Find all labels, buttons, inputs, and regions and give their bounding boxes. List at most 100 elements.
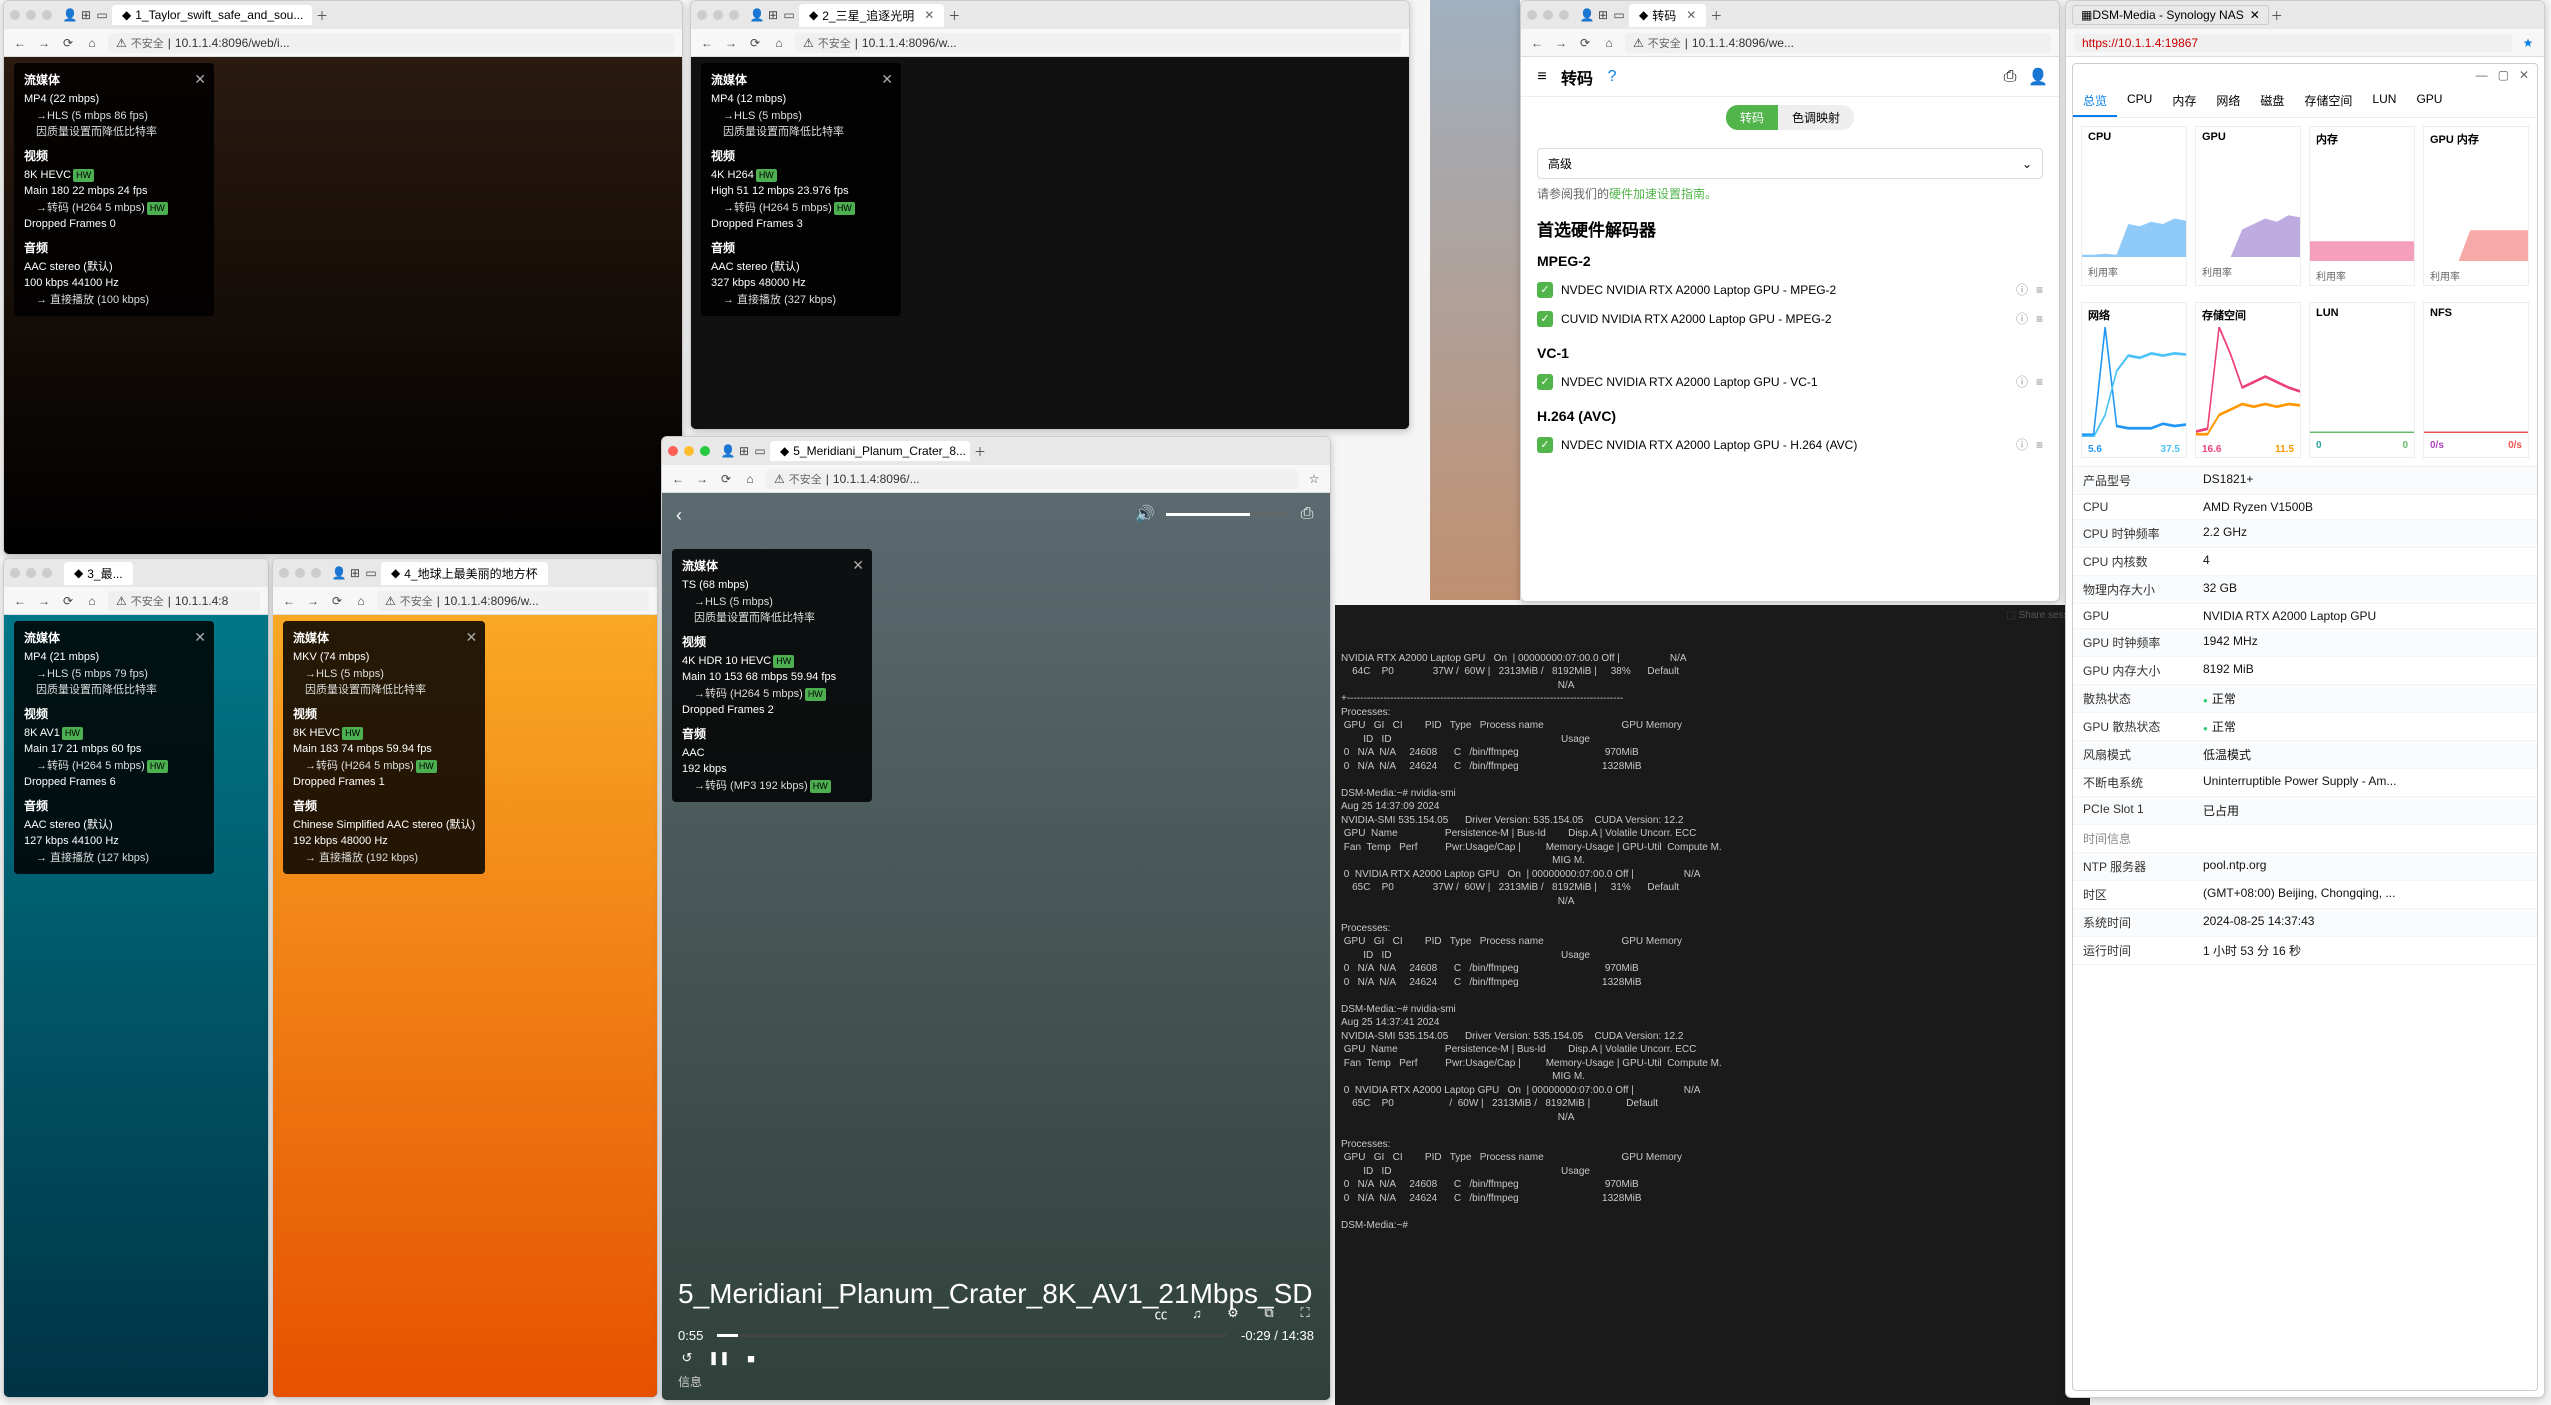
syn-tab[interactable]: 存储空间 bbox=[2294, 86, 2362, 117]
drag-handle-icon[interactable]: ≡ bbox=[2036, 283, 2043, 297]
chart-NFS: NFS0/s0/s bbox=[2423, 302, 2529, 458]
codec-group-title: MPEG-2 bbox=[1537, 253, 2043, 269]
tab[interactable]: ◆ 1_Taylor_swift_safe_and_sou...✕ bbox=[112, 5, 312, 25]
star-icon[interactable]: ☆ bbox=[1306, 471, 1322, 487]
window-min-icon[interactable]: — bbox=[2476, 68, 2488, 82]
checkbox-icon[interactable]: ✓ bbox=[1537, 374, 1553, 390]
syn-tab[interactable]: 内存 bbox=[2162, 86, 2206, 117]
info-row: PCIe Slot 1已占用 bbox=[2073, 797, 2537, 825]
browser-window-1: 👤 ⊞ ▭ ◆ 1_Taylor_swift_safe_and_sou...✕ … bbox=[3, 0, 683, 555]
pip-icon[interactable]: ⧉ bbox=[1260, 1304, 1278, 1322]
browser-window-7: ▦ DSM-Media - Synology NAS ✕ ＋ https://1… bbox=[2065, 0, 2545, 1398]
tab[interactable]: ◆ 2_三星_追逐光明✕ bbox=[799, 4, 944, 27]
info-icon[interactable]: ⓘ bbox=[2016, 310, 2028, 327]
settings-icon[interactable]: ⚙ bbox=[1224, 1304, 1242, 1322]
chart-内存: 内存利用率 bbox=[2309, 126, 2415, 286]
refresh-icon[interactable]: ⟳ bbox=[60, 35, 76, 51]
checkbox-icon[interactable]: ✓ bbox=[1537, 437, 1553, 453]
decoder-row[interactable]: ✓NVDEC NVIDIA RTX A2000 Laptop GPU - H.2… bbox=[1537, 430, 2043, 459]
checkbox-icon[interactable]: ✓ bbox=[1537, 282, 1553, 298]
advanced-dropdown[interactable]: 高级⌄ bbox=[1537, 148, 2043, 179]
info-row: 时间信息 bbox=[2073, 825, 2537, 853]
new-tab-icon[interactable]: ＋ bbox=[314, 7, 330, 23]
pill-tonemap[interactable]: 色调映射 bbox=[1778, 105, 1854, 130]
info-row: 散热状态●正常 bbox=[2073, 685, 2537, 713]
segmented-control: 转码 色调映射 bbox=[1726, 105, 1854, 130]
decoder-row[interactable]: ✓NVDEC NVIDIA RTX A2000 Laptop GPU - MPE… bbox=[1537, 275, 2043, 304]
user-icon[interactable]: 👤 bbox=[2029, 68, 2047, 86]
info-table: 产品型号DS1821+CPUAMD Ryzen V1500BCPU 时钟频率2.… bbox=[2073, 466, 2537, 965]
info-icon[interactable]: ⓘ bbox=[2016, 436, 2028, 453]
syn-tab[interactable]: CPU bbox=[2117, 86, 2162, 117]
tab-bar: 👤 ⊞ ▭ ◆ 1_Taylor_swift_safe_and_sou...✕ … bbox=[4, 1, 682, 29]
star-icon[interactable]: ★ bbox=[2520, 35, 2536, 51]
drag-handle-icon[interactable]: ≡ bbox=[2036, 438, 2043, 452]
syn-tabs: 总览CPU内存网络磁盘存储空间LUNGPU bbox=[2073, 86, 2537, 118]
chevron-down-icon: ⌄ bbox=[2022, 157, 2032, 171]
info-row: 运行时间1 小时 53 分 16 秒 bbox=[2073, 937, 2537, 965]
info-row: 物理内存大小32 GB bbox=[2073, 576, 2537, 604]
osd-close-icon[interactable]: ✕ bbox=[194, 69, 206, 90]
info-row: 风扇模式低温模式 bbox=[2073, 741, 2537, 769]
forward-icon[interactable]: → bbox=[36, 35, 52, 51]
profile-icon[interactable]: 👤 bbox=[62, 7, 78, 23]
cast-icon[interactable]: ⎙ bbox=[1298, 505, 1316, 523]
stop-icon[interactable]: ■ bbox=[742, 1349, 760, 1367]
help-icon[interactable]: ? bbox=[1603, 68, 1621, 86]
terminal[interactable]: ⬚ Share session NVIDIA RTX A2000 Laptop … bbox=[1335, 605, 2090, 1405]
replay-icon[interactable]: ↺ bbox=[678, 1349, 696, 1367]
cc-icon[interactable]: ㏄ bbox=[1152, 1304, 1170, 1322]
drag-handle-icon[interactable]: ≡ bbox=[2036, 375, 2043, 389]
sidebar-icon[interactable]: ▭ bbox=[94, 7, 110, 23]
section-title: 首选硬件解码器 bbox=[1537, 216, 2043, 241]
drag-handle-icon[interactable]: ≡ bbox=[2036, 312, 2043, 326]
cast-icon[interactable]: ⎙ bbox=[2001, 68, 2019, 86]
browser-window-5: 👤⊞▭ ◆ 5_Meridiani_Planum_Crater_8...✕ ＋ … bbox=[661, 436, 1331, 1401]
audio-track-icon[interactable]: ♫ bbox=[1188, 1304, 1206, 1322]
info-icon[interactable]: ⓘ bbox=[2016, 373, 2028, 390]
fullscreen-icon[interactable]: ⛶ bbox=[1296, 1304, 1314, 1322]
volume-icon[interactable]: 🔊 bbox=[1136, 505, 1154, 523]
info-row: NTP 服务器pool.ntp.org bbox=[2073, 853, 2537, 881]
tab[interactable]: ▦ DSM-Media - Synology NAS ✕ bbox=[2072, 5, 2269, 25]
window-close-icon[interactable]: ✕ bbox=[2519, 68, 2529, 82]
info-row: GPU 散热状态●正常 bbox=[2073, 713, 2537, 741]
pause-icon[interactable]: ❚❚ bbox=[710, 1349, 728, 1367]
codec-group-title: VC-1 bbox=[1537, 345, 2043, 361]
chart-CPU: CPU利用率 bbox=[2081, 126, 2187, 286]
info-row: GPU 时钟频率1942 MHz bbox=[2073, 629, 2537, 657]
checkbox-icon[interactable]: ✓ bbox=[1537, 311, 1553, 327]
back-icon[interactable]: ← bbox=[12, 35, 28, 51]
info-icon[interactable]: ⓘ bbox=[2016, 281, 2028, 298]
home-icon[interactable]: ⌂ bbox=[84, 35, 100, 51]
menu-icon[interactable]: ≡ bbox=[1533, 68, 1551, 86]
browser-window-4: 👤⊞▭ ◆ 4_地球上最美丽的地方杯 ←→⟳⌂ ⚠不安全 | 10.1.1.4:… bbox=[272, 558, 658, 1398]
hw-guide-link[interactable]: 硬件加速设置指南。 bbox=[1609, 187, 1717, 201]
browser-window-6: 👤⊞▭ ◆ 转码✕ ＋ ←→⟳⌂ ⚠不安全 | 10.1.1.4:8096/we… bbox=[1520, 0, 2060, 602]
info-row: CPUAMD Ryzen V1500B bbox=[2073, 495, 2537, 520]
pill-transcode[interactable]: 转码 bbox=[1726, 105, 1778, 130]
syn-tab[interactable]: 总览 bbox=[2073, 86, 2117, 117]
url-field[interactable]: ⚠不安全 | 10.1.1.4:8096/web/i... bbox=[108, 33, 674, 53]
decoder-row[interactable]: ✓NVDEC NVIDIA RTX A2000 Laptop GPU - VC-… bbox=[1537, 367, 2043, 396]
syn-tab[interactable]: GPU bbox=[2406, 86, 2452, 117]
info-row: CPU 内核数4 bbox=[2073, 548, 2537, 576]
chart-GPU: GPU利用率 bbox=[2195, 126, 2301, 286]
seek-bar[interactable] bbox=[717, 1334, 1227, 1337]
grid-icon[interactable]: ⊞ bbox=[78, 7, 94, 23]
playback-osd: ✕ 流媒体 MP4 (12 mbps) →HLS (5 mbps) 因质量设置而… bbox=[701, 63, 901, 316]
info-row: 产品型号DS1821+ bbox=[2073, 467, 2537, 495]
playback-osd: ✕ 流媒体 MP4 (22 mbps) →HLS (5 mbps 86 fps)… bbox=[14, 63, 214, 316]
browser-window-3: ◆ 3_最... ←→⟳⌂ ⚠不安全 | 10.1.1.4:8 ✕ 流媒体 MP… bbox=[3, 558, 269, 1398]
chart-存储空间: 存储空间16.611.5 bbox=[2195, 302, 2301, 458]
syn-tab[interactable]: LUN bbox=[2362, 86, 2406, 117]
info-row: 不断电系统Uninterruptible Power Supply - Am..… bbox=[2073, 769, 2537, 797]
decoder-row[interactable]: ✓CUVID NVIDIA RTX A2000 Laptop GPU - MPE… bbox=[1537, 304, 2043, 333]
chart-GPU 内存: GPU 内存利用率 bbox=[2423, 126, 2529, 286]
window-max-icon[interactable]: ▢ bbox=[2498, 68, 2509, 82]
info-row: 时区(GMT+08:00) Beijing, Chongqing, ... bbox=[2073, 881, 2537, 909]
syn-tab[interactable]: 网络 bbox=[2206, 86, 2250, 117]
chart-LUN: LUN00 bbox=[2309, 302, 2415, 458]
player-back-icon[interactable]: ‹ bbox=[676, 505, 682, 526]
syn-tab[interactable]: 磁盘 bbox=[2250, 86, 2294, 117]
